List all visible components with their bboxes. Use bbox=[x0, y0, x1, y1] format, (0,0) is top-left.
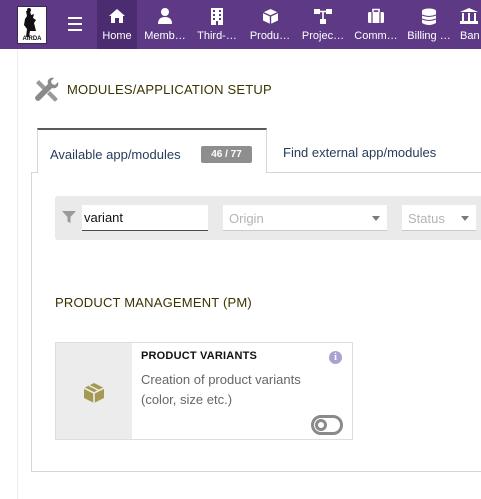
section-title: PRODUCT MANAGEMENT (PM) bbox=[55, 295, 252, 310]
tab-available-modules[interactable]: Available app/modules 46 / 77 bbox=[37, 128, 267, 173]
top-navigation-bar: AIRDA Home Memb… Third-… Produ… Projec… bbox=[0, 0, 481, 49]
origin-select[interactable]: Origin bbox=[223, 205, 387, 231]
info-icon[interactable]: i bbox=[329, 351, 342, 364]
nav-bank-label: Ban bbox=[460, 30, 480, 42]
logo-text: AIRDA bbox=[23, 36, 43, 42]
cube-icon bbox=[245, 8, 295, 26]
chevron-down-icon bbox=[372, 216, 380, 221]
nav-home[interactable]: Home bbox=[97, 0, 137, 49]
modules-count-badge: 46 / 77 bbox=[201, 146, 252, 163]
company-logo[interactable]: AIRDA bbox=[17, 6, 47, 44]
filter-icon bbox=[62, 210, 76, 224]
module-card-product-variants: PRODUCT VARIANTS i Creation of product v… bbox=[55, 342, 353, 440]
user-icon bbox=[140, 8, 190, 26]
chevron-down-icon bbox=[461, 216, 469, 221]
box-icon bbox=[82, 381, 106, 410]
nav-third-parties-label: Third-… bbox=[197, 30, 237, 42]
nav-commercial-label: Comm… bbox=[354, 30, 398, 42]
nav-projects[interactable]: Projec… bbox=[298, 0, 348, 49]
nav-products-label: Produ… bbox=[249, 30, 291, 42]
nav-third-parties[interactable]: Third-… bbox=[193, 0, 241, 49]
page-title: MODULES/APPLICATION SETUP bbox=[67, 82, 272, 97]
status-select-placeholder: Status bbox=[408, 211, 445, 226]
nav-projects-label: Projec… bbox=[301, 30, 345, 42]
nav-billing-label: Billing … bbox=[407, 30, 451, 42]
toggle-knob bbox=[315, 419, 327, 431]
building-icon bbox=[193, 8, 241, 26]
module-icon-area bbox=[56, 343, 132, 439]
menu-toggle-icon[interactable] bbox=[68, 17, 82, 31]
home-icon bbox=[97, 8, 137, 26]
coins-icon bbox=[404, 8, 454, 26]
module-search-input[interactable] bbox=[82, 205, 208, 231]
module-enable-toggle[interactable] bbox=[311, 415, 343, 435]
bank-icon bbox=[456, 8, 481, 26]
nav-commercial[interactable]: Comm… bbox=[351, 0, 401, 49]
nav-billing[interactable]: Billing … bbox=[404, 0, 454, 49]
tab-find-external-modules[interactable]: Find external app/modules bbox=[283, 145, 436, 165]
nav-bank[interactable]: Ban bbox=[456, 0, 481, 49]
sitemap-icon bbox=[298, 8, 348, 26]
nav-products[interactable]: Produ… bbox=[245, 0, 295, 49]
tools-icon bbox=[32, 76, 60, 104]
nav-members[interactable]: Memb… bbox=[140, 0, 190, 49]
nav-members-label: Memb… bbox=[144, 30, 186, 42]
briefcase-icon bbox=[351, 8, 401, 26]
tab-available-label: Available app/modules bbox=[50, 147, 181, 162]
module-title: PRODUCT VARIANTS bbox=[141, 350, 258, 362]
module-description: Creation of product variants (color, siz… bbox=[141, 372, 301, 407]
nav-home-label: Home bbox=[102, 30, 132, 42]
tab-find-external-label: Find external app/modules bbox=[283, 145, 437, 160]
origin-select-placeholder: Origin bbox=[229, 211, 264, 226]
status-select[interactable]: Status bbox=[402, 205, 476, 231]
